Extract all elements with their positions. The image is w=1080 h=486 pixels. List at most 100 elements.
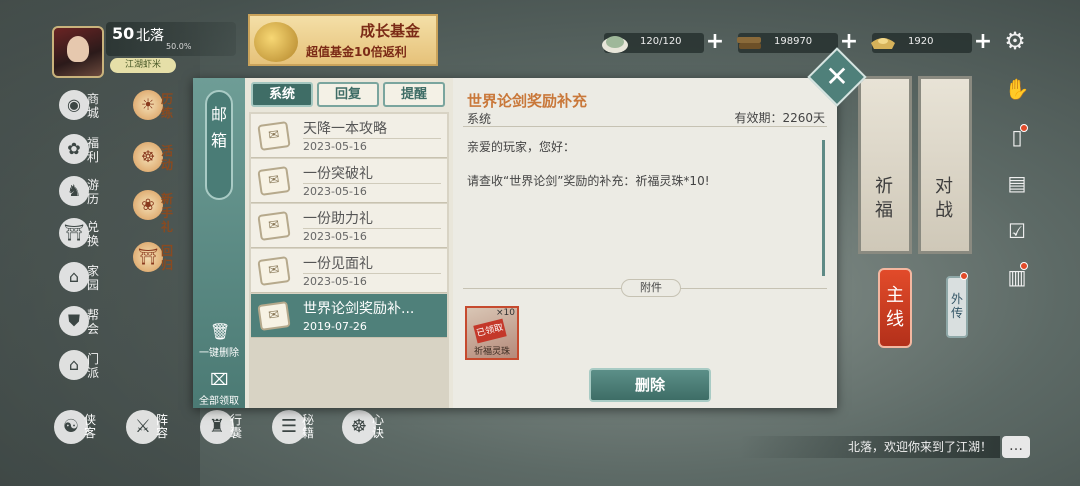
- left-nav-label: 门派: [86, 352, 99, 380]
- left-nav-exchange[interactable]: ⛩ 兑换: [54, 218, 99, 248]
- mail-dialog: 邮箱 🗑 一键删除 ⌧ 全部领取 系统 回复 提醒 ✉ 天降一本攻略 2023-…: [193, 78, 837, 408]
- horse-icon: ♞: [59, 176, 89, 206]
- bottom-nav-mind[interactable]: ☸ 心诀: [342, 410, 392, 454]
- chat-icon[interactable]: …: [1002, 436, 1030, 458]
- left-nav-label: 家园: [86, 264, 99, 292]
- side-story-button[interactable]: 外传: [946, 276, 968, 338]
- collect-icon: ⌧: [210, 370, 229, 389]
- sect-icon: ⌂: [59, 350, 89, 380]
- settings-gear-icon[interactable]: ⚙: [1002, 28, 1028, 54]
- mail-list-item-selected[interactable]: ✉ 世界论剑奖励补... 2019-07-26: [251, 294, 447, 338]
- bottom-nav-label: 侠客: [84, 413, 97, 440]
- mail-list-item[interactable]: ✉ 一份突破礼 2023-05-16: [251, 159, 447, 203]
- left-nav-activity[interactable]: ☸ 活动: [128, 142, 173, 172]
- delete-all-button[interactable]: 🗑 一键删除: [193, 322, 245, 359]
- resource-wood: 198970: [737, 33, 838, 53]
- left-nav-newbie-gift[interactable]: ❀ 新手礼: [128, 190, 173, 234]
- exchange-icon: ⛩: [59, 218, 89, 248]
- formation-icon: ⚔: [126, 410, 160, 444]
- mail-list: ✉ 天降一本攻略 2023-05-16 ✉ 一份突破礼 2023-05-16 ✉…: [249, 112, 449, 408]
- notification-dot: [960, 272, 968, 280]
- divider: [303, 138, 441, 139]
- bottom-nav-hero[interactable]: ☯ 侠客: [54, 410, 104, 454]
- left-nav-return[interactable]: ⛩ 回归: [128, 242, 173, 272]
- bag-icon: ♜: [200, 410, 234, 444]
- envelope-icon: ✉: [257, 166, 291, 196]
- banner-pray[interactable]: 祈福: [858, 76, 912, 254]
- attachment-name: 祈福灵珠: [473, 347, 510, 357]
- tab-reply[interactable]: 回复: [317, 82, 379, 107]
- home-icon: ⌂: [59, 262, 89, 292]
- left-nav2-label: 历练: [160, 92, 173, 120]
- attachment-item[interactable]: ×10 已领取 祈福灵珠: [465, 306, 519, 360]
- delete-all-label: 一键删除: [199, 348, 239, 359]
- list-icon[interactable]: ▤: [1004, 170, 1030, 196]
- mind-icon: ☸: [342, 410, 376, 444]
- welcome-message: 北落，欢迎你来到了江湖！: [740, 436, 1000, 458]
- mail-title: 邮箱: [205, 90, 233, 200]
- mail-subject: 一份突破礼: [303, 166, 373, 182]
- guild-icon: ⛊: [59, 306, 89, 336]
- left-nav-sect[interactable]: ⌂ 门派: [54, 350, 99, 380]
- add-rice-button[interactable]: +: [704, 31, 726, 54]
- mail-date: 2023-05-16: [303, 275, 367, 288]
- left-nav-shop[interactable]: ◉ 商城: [54, 90, 99, 120]
- left-nav2-label: 活动: [160, 144, 173, 172]
- mail-date: 2019-07-26: [303, 320, 367, 333]
- resource-ingot-value: 1920: [908, 36, 934, 47]
- mail-subject: 一份见面礼: [303, 256, 373, 272]
- fund-title: 成长基金: [360, 22, 421, 40]
- banner-battle[interactable]: 对战: [918, 76, 972, 254]
- mail-list-item[interactable]: ✉ 一份见面礼 2023-05-16: [251, 249, 447, 293]
- checklist-icon[interactable]: ☑: [1004, 218, 1030, 244]
- bottom-nav-label: 阵容: [156, 413, 169, 440]
- player-name: 北落: [136, 28, 164, 44]
- resource-rice-value: 120/120: [640, 36, 682, 47]
- main-quest-button[interactable]: 主线: [878, 268, 912, 348]
- tab-reminder[interactable]: 提醒: [383, 82, 445, 107]
- bottom-nav-label: 心诀: [372, 413, 385, 440]
- mail-detail-sender: 系统: [467, 112, 492, 126]
- rank-icon[interactable]: ✋: [1004, 76, 1030, 102]
- left-nav2-label: 回归: [160, 244, 173, 272]
- growth-fund-banner[interactable]: 成长基金 超值基金10倍返利: [248, 14, 438, 66]
- add-ingot-button[interactable]: +: [972, 31, 994, 54]
- shop-icon: ◉: [59, 90, 89, 120]
- mail-detail-validity: 有效期：2260天: [734, 111, 825, 125]
- left-nav-welfare[interactable]: ✿ 福利: [54, 134, 99, 164]
- mail-list-item[interactable]: ✉ 一份助力礼 2023-05-16: [251, 204, 447, 248]
- mail-list-item[interactable]: ✉ 天降一本攻略 2023-05-16: [251, 114, 447, 158]
- exp-percent: 50.0%: [166, 42, 192, 51]
- mail-date: 2023-05-16: [303, 140, 367, 153]
- bottom-nav-formation[interactable]: ⚔ 阵容: [126, 410, 176, 454]
- delete-mail-button[interactable]: 删除: [589, 368, 711, 402]
- left-nav-label: 帮会: [86, 308, 99, 336]
- bottom-nav-bag[interactable]: ♜ 行囊: [200, 410, 250, 454]
- banner-pray-label: 祈福: [875, 176, 893, 221]
- envelope-icon: ✉: [257, 121, 291, 151]
- activity-icon: ☸: [133, 142, 163, 172]
- tab-system[interactable]: 系统: [251, 82, 313, 107]
- mail-subject: 天降一本攻略: [303, 121, 387, 137]
- bottom-nav-label: 行囊: [230, 413, 243, 440]
- close-icon: ✕: [825, 60, 849, 93]
- player-avatar[interactable]: [52, 26, 104, 78]
- scrollbar[interactable]: [822, 140, 825, 276]
- envelope-icon: ✉: [257, 301, 291, 331]
- left-nav-training[interactable]: ☀ 历练: [128, 90, 173, 120]
- left-nav-guild[interactable]: ⛊ 帮会: [54, 306, 99, 336]
- fund-subtitle: 超值基金10倍返利: [306, 45, 407, 59]
- player-title-badge: 江湖虾米: [110, 58, 176, 73]
- envelope-icon: ✉: [257, 211, 291, 241]
- mail-sidebar: 邮箱 🗑 一键删除 ⌧ 全部领取: [193, 78, 245, 408]
- bottom-nav-manual[interactable]: ☰ 秘籍: [272, 410, 322, 454]
- left-nav-travel[interactable]: ♞ 游历: [54, 176, 99, 206]
- left-nav-home[interactable]: ⌂ 家园: [54, 262, 99, 292]
- collect-all-button[interactable]: ⌧ 全部领取: [193, 370, 245, 407]
- book-icon: ☰: [272, 410, 306, 444]
- mail-detail-greeting: 亲爱的玩家，您好：: [467, 140, 576, 154]
- gift-icon: ✿: [59, 134, 89, 164]
- mail-subject: 世界论剑奖励补...: [303, 301, 415, 317]
- collect-all-label: 全部领取: [199, 396, 239, 407]
- divider: [303, 228, 441, 229]
